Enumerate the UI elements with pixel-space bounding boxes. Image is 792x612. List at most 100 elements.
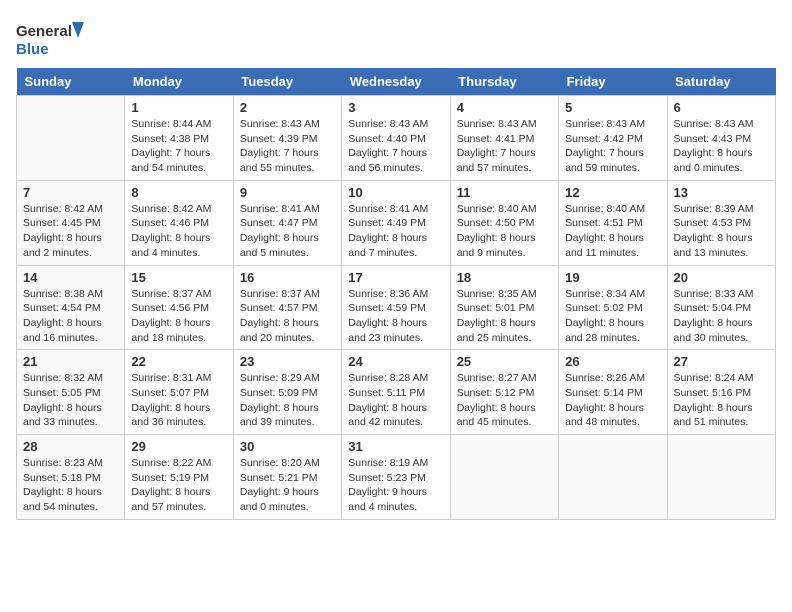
day-cell: 12Sunrise: 8:40 AM Sunset: 4:51 PM Dayli…: [559, 180, 667, 265]
day-cell: 7 Sunrise: 8:42 AM Sunset: 4:45 PM Daylig…: [17, 180, 125, 265]
day-number: 11: [457, 185, 552, 200]
day-number: 15: [131, 270, 226, 285]
day-cell: 9 Sunrise: 8:41 AM Sunset: 4:47 PM Daylig…: [233, 180, 341, 265]
day-number: 27: [674, 354, 769, 369]
day-cell: 24Sunrise: 8:28 AM Sunset: 5:11 PM Dayli…: [342, 350, 450, 435]
day-cell: [450, 435, 558, 520]
day-details: Sunrise: 8:40 AM Sunset: 4:50 PM Dayligh…: [457, 202, 552, 261]
day-details: Sunrise: 8:42 AM Sunset: 4:45 PM Dayligh…: [23, 202, 118, 261]
day-cell: 25 Sunrise: 8:27 AM Sunset: 5:12 PM Dayli…: [450, 350, 558, 435]
day-details: Sunrise: 8:41 AM Sunset: 4:47 PM Dayligh…: [240, 202, 335, 261]
week-row-4: 21Sunrise: 8:32 AM Sunset: 5:05 PM Dayli…: [17, 350, 776, 435]
day-number: 26: [565, 354, 660, 369]
day-cell: [17, 96, 125, 181]
day-cell: 1 Sunrise: 8:44 AM Sunset: 4:38 PM Daylig…: [125, 96, 233, 181]
day-cell: 10 Sunrise: 8:41 AM Sunset: 4:49 PM Dayli…: [342, 180, 450, 265]
day-cell: 4 Sunrise: 8:43 AM Sunset: 4:41 PM Daylig…: [450, 96, 558, 181]
day-details: Sunrise: 8:26 AM Sunset: 5:14 PM Dayligh…: [565, 371, 660, 430]
day-details: Sunrise: 8:43 AM Sunset: 4:39 PM Dayligh…: [240, 117, 335, 176]
day-number: 2: [240, 100, 335, 115]
day-details: Sunrise: 8:43 AM Sunset: 4:42 PM Dayligh…: [565, 117, 660, 176]
logo: GeneralBlue: [16, 16, 86, 60]
day-number: 21: [23, 354, 118, 369]
day-number: 17: [348, 270, 443, 285]
day-cell: 5 Sunrise: 8:43 AM Sunset: 4:42 PM Daylig…: [559, 96, 667, 181]
day-details: Sunrise: 8:19 AM Sunset: 5:23 PM Dayligh…: [348, 456, 443, 515]
day-cell: 19 Sunrise: 8:34 AM Sunset: 5:02 PM Dayli…: [559, 265, 667, 350]
day-details: Sunrise: 8:31 AM Sunset: 5:07 PM Dayligh…: [131, 371, 226, 430]
day-cell: 30Sunrise: 8:20 AM Sunset: 5:21 PM Dayli…: [233, 435, 341, 520]
day-details: Sunrise: 8:28 AM Sunset: 5:11 PM Dayligh…: [348, 371, 443, 430]
day-details: Sunrise: 8:29 AM Sunset: 5:09 PM Dayligh…: [240, 371, 335, 430]
day-details: Sunrise: 8:43 AM Sunset: 4:43 PM Dayligh…: [674, 117, 769, 176]
day-details: Sunrise: 8:37 AM Sunset: 4:56 PM Dayligh…: [131, 287, 226, 346]
day-number: 22: [131, 354, 226, 369]
svg-text:Blue: Blue: [16, 41, 49, 58]
day-details: Sunrise: 8:24 AM Sunset: 5:16 PM Dayligh…: [674, 371, 769, 430]
week-row-1: 1 Sunrise: 8:44 AM Sunset: 4:38 PM Daylig…: [17, 96, 776, 181]
day-cell: 31 Sunrise: 8:19 AM Sunset: 5:23 PM Dayli…: [342, 435, 450, 520]
day-cell: 2 Sunrise: 8:43 AM Sunset: 4:39 PM Daylig…: [233, 96, 341, 181]
day-number: 3: [348, 100, 443, 115]
day-number: 5: [565, 100, 660, 115]
page-header: GeneralBlue: [16, 16, 776, 60]
day-number: 7: [23, 185, 118, 200]
day-number: 6: [674, 100, 769, 115]
week-row-5: 28 Sunrise: 8:23 AM Sunset: 5:18 PM Dayli…: [17, 435, 776, 520]
day-cell: 15 Sunrise: 8:37 AM Sunset: 4:56 PM Dayli…: [125, 265, 233, 350]
day-details: Sunrise: 8:37 AM Sunset: 4:57 PM Dayligh…: [240, 287, 335, 346]
day-number: 4: [457, 100, 552, 115]
day-cell: 29 Sunrise: 8:22 AM Sunset: 5:19 PM Dayli…: [125, 435, 233, 520]
day-cell: 16 Sunrise: 8:37 AM Sunset: 4:57 PM Dayli…: [233, 265, 341, 350]
week-row-3: 14 Sunrise: 8:38 AM Sunset: 4:54 PM Dayli…: [17, 265, 776, 350]
day-number: 14: [23, 270, 118, 285]
day-number: 9: [240, 185, 335, 200]
calendar-header-row: SundayMondayTuesdayWednesdayThursdayFrid…: [17, 68, 776, 96]
day-details: Sunrise: 8:43 AM Sunset: 4:40 PM Dayligh…: [348, 117, 443, 176]
day-number: 8: [131, 185, 226, 200]
day-cell: [667, 435, 775, 520]
day-details: Sunrise: 8:35 AM Sunset: 5:01 PM Dayligh…: [457, 287, 552, 346]
day-number: 18: [457, 270, 552, 285]
day-details: Sunrise: 8:23 AM Sunset: 5:18 PM Dayligh…: [23, 456, 118, 515]
day-number: 1: [131, 100, 226, 115]
day-number: 29: [131, 439, 226, 454]
day-cell: [559, 435, 667, 520]
day-number: 25: [457, 354, 552, 369]
day-cell: 28 Sunrise: 8:23 AM Sunset: 5:18 PM Dayli…: [17, 435, 125, 520]
day-details: Sunrise: 8:34 AM Sunset: 5:02 PM Dayligh…: [565, 287, 660, 346]
col-header-tuesday: Tuesday: [233, 68, 341, 96]
day-details: Sunrise: 8:41 AM Sunset: 4:49 PM Dayligh…: [348, 202, 443, 261]
day-details: Sunrise: 8:27 AM Sunset: 5:12 PM Dayligh…: [457, 371, 552, 430]
col-header-thursday: Thursday: [450, 68, 558, 96]
calendar-table: SundayMondayTuesdayWednesdayThursdayFrid…: [16, 68, 776, 520]
day-details: Sunrise: 8:22 AM Sunset: 5:19 PM Dayligh…: [131, 456, 226, 515]
day-cell: 20Sunrise: 8:33 AM Sunset: 5:04 PM Dayli…: [667, 265, 775, 350]
logo-icon: GeneralBlue: [16, 16, 86, 60]
day-details: Sunrise: 8:20 AM Sunset: 5:21 PM Dayligh…: [240, 456, 335, 515]
day-number: 28: [23, 439, 118, 454]
day-details: Sunrise: 8:43 AM Sunset: 4:41 PM Dayligh…: [457, 117, 552, 176]
day-number: 20: [674, 270, 769, 285]
week-row-2: 7 Sunrise: 8:42 AM Sunset: 4:45 PM Daylig…: [17, 180, 776, 265]
day-number: 13: [674, 185, 769, 200]
day-cell: 23 Sunrise: 8:29 AM Sunset: 5:09 PM Dayli…: [233, 350, 341, 435]
day-number: 16: [240, 270, 335, 285]
day-cell: 8Sunrise: 8:42 AM Sunset: 4:46 PM Daylig…: [125, 180, 233, 265]
day-details: Sunrise: 8:39 AM Sunset: 4:53 PM Dayligh…: [674, 202, 769, 261]
day-number: 19: [565, 270, 660, 285]
day-number: 31: [348, 439, 443, 454]
day-cell: 11 Sunrise: 8:40 AM Sunset: 4:50 PM Dayli…: [450, 180, 558, 265]
day-details: Sunrise: 8:44 AM Sunset: 4:38 PM Dayligh…: [131, 117, 226, 176]
svg-text:General: General: [16, 23, 72, 40]
day-cell: 17Sunrise: 8:36 AM Sunset: 4:59 PM Dayli…: [342, 265, 450, 350]
day-cell: 13 Sunrise: 8:39 AM Sunset: 4:53 PM Dayli…: [667, 180, 775, 265]
col-header-friday: Friday: [559, 68, 667, 96]
day-number: 12: [565, 185, 660, 200]
day-cell: 3 Sunrise: 8:43 AM Sunset: 4:40 PM Daylig…: [342, 96, 450, 181]
day-number: 10: [348, 185, 443, 200]
day-cell: 21Sunrise: 8:32 AM Sunset: 5:05 PM Dayli…: [17, 350, 125, 435]
col-header-sunday: Sunday: [17, 68, 125, 96]
day-number: 23: [240, 354, 335, 369]
day-details: Sunrise: 8:38 AM Sunset: 4:54 PM Dayligh…: [23, 287, 118, 346]
